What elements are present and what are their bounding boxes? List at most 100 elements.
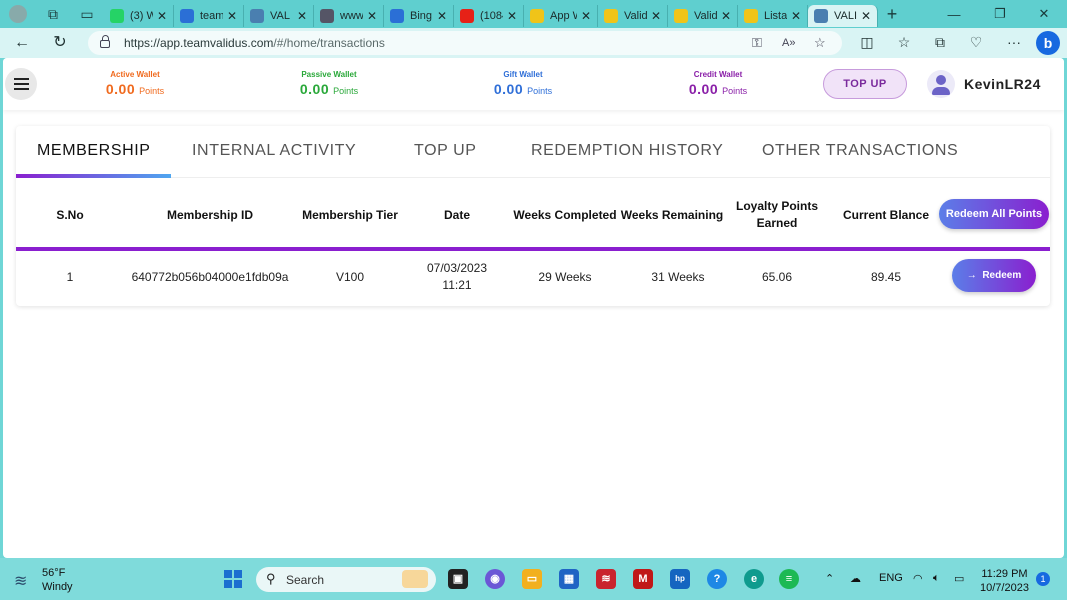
onedrive-icon[interactable]: ☁ <box>850 572 861 585</box>
table-row: 1 640772b056b04000e1fdb09a V100 07/03/20… <box>16 251 1050 306</box>
col-membership-tier: Membership Tier <box>302 208 398 222</box>
validus-icon <box>674 9 688 23</box>
browser-tab[interactable]: Validus - ✕ <box>598 5 668 27</box>
windows-start-icon[interactable] <box>224 570 242 588</box>
battery-icon[interactable]: ▭ <box>954 572 964 585</box>
restore-button[interactable]: ❐ <box>977 0 1023 28</box>
browser-tab[interactable]: (1084) ¿C ✕ <box>454 5 524 27</box>
table-header: S.No Membership ID Membership Tier Date … <box>16 184 1050 248</box>
close-tab-icon[interactable]: ✕ <box>297 9 307 23</box>
weather-wind-icon[interactable]: ≋ <box>14 571 27 591</box>
collections-icon[interactable]: ⧉ <box>930 34 950 51</box>
credit-wallet: Credit Wallet 0.00 Points <box>648 70 788 97</box>
browser-tab-title: Validus - <box>624 10 647 22</box>
wallet-value: 0.00 Points <box>493 81 553 97</box>
close-tab-icon[interactable]: ✕ <box>157 9 167 23</box>
close-tab-icon[interactable]: ✕ <box>791 9 801 23</box>
weather-description[interactable]: Windy <box>42 581 73 593</box>
active-tab-indicator <box>16 174 171 178</box>
workspaces-icon[interactable]: ⧉ <box>36 0 70 28</box>
close-tab-icon[interactable]: ✕ <box>437 9 447 23</box>
taskbar-search[interactable]: ⚲ Search <box>256 567 436 592</box>
browser-tab[interactable]: www ✕ <box>314 5 384 27</box>
key-icon[interactable]: ⚿ <box>752 35 762 51</box>
microsoft-store-icon[interactable]: ▦ <box>559 569 579 589</box>
chart-icon <box>250 9 264 23</box>
wallet-value: 0.00 Points <box>688 81 748 97</box>
col-weeks-remaining: Weeks Remaining <box>620 208 724 222</box>
tab-actions-icon[interactable]: ▭ <box>70 0 104 28</box>
close-tab-icon[interactable]: ✕ <box>721 9 731 23</box>
weather-temperature[interactable]: 56°F <box>42 567 65 579</box>
volume-icon[interactable]: 🔈︎ <box>933 572 940 585</box>
redeem-all-points-button[interactable]: Redeem All Points <box>939 199 1049 229</box>
browser-tab-title: (1084) ¿C <box>480 10 503 22</box>
bank-app-icon[interactable]: ≋ <box>596 569 616 589</box>
browser-tab[interactable]: Validus C ✕ <box>668 5 738 27</box>
split-screen-icon[interactable]: ◫ <box>857 34 877 51</box>
address-bar[interactable]: https://app.teamvalidus.com/#/home/trans… <box>88 31 842 55</box>
cell-weeks-completed: 29 Weeks <box>538 270 592 284</box>
read-aloud-icon[interactable]: A» <box>782 37 795 49</box>
browser-tab-title: Validus C <box>694 10 717 22</box>
username[interactable]: KevinLR24 <box>964 76 1041 92</box>
myhp-icon[interactable]: hp <box>670 569 690 589</box>
redeem-button[interactable]: → Redeem <box>952 259 1036 292</box>
spotify-icon[interactable]: ≡ <box>779 569 799 589</box>
bing-copilot-icon[interactable]: b <box>1036 31 1060 55</box>
refresh-icon[interactable]: ↻ <box>48 32 72 54</box>
browser-tab[interactable]: VALI ✕ <box>808 5 878 27</box>
tab-top-up[interactable]: TOP UP <box>414 142 477 160</box>
favorite-star-icon[interactable]: ☆ <box>814 35 826 51</box>
close-tab-icon[interactable]: ✕ <box>651 9 661 23</box>
browser-tab-title: team <box>200 10 223 22</box>
tab-other-transactions[interactable]: OTHER TRANSACTIONS <box>762 142 958 160</box>
browser-tab[interactable]: App Wiki ✕ <box>524 5 598 27</box>
top-up-button[interactable]: TOP UP <box>823 69 907 99</box>
hamburger-menu-icon[interactable] <box>5 68 37 100</box>
browser-tab[interactable]: Bing ✕ <box>384 5 454 27</box>
task-view-icon[interactable]: ▣ <box>448 569 468 589</box>
profile-icon[interactable] <box>0 0 36 28</box>
back-icon[interactable]: ← <box>10 32 34 54</box>
col-membership-id: Membership ID <box>166 208 253 222</box>
browser-tab-title: App Wiki <box>550 10 577 22</box>
chart-icon <box>814 9 828 23</box>
browser-tab[interactable]: (3) W ✕ <box>104 5 174 27</box>
user-avatar-icon[interactable] <box>927 70 955 98</box>
chat-icon[interactable]: ◉ <box>485 569 505 589</box>
favorites-icon[interactable]: ☆ <box>894 34 914 51</box>
notifications-badge[interactable]: 1 <box>1036 572 1050 586</box>
close-tab-icon[interactable]: ✕ <box>861 9 871 23</box>
gift-wallet: Gift Wallet 0.00 Points <box>453 70 593 97</box>
col-loyalty-points: Loyalty Points Earned <box>735 199 818 230</box>
browser-tab[interactable]: Lista de ✕ <box>738 5 808 27</box>
help-icon[interactable]: ? <box>707 569 727 589</box>
close-tab-icon[interactable]: ✕ <box>581 9 591 23</box>
more-options-icon[interactable]: ··· <box>1004 34 1024 50</box>
file-explorer-icon[interactable]: ▭ <box>522 569 542 589</box>
browser-essentials-icon[interactable]: ♡ <box>966 34 986 51</box>
close-tab-icon[interactable]: ✕ <box>507 9 517 23</box>
minimize-button[interactable]: — <box>931 0 977 28</box>
col-sno: S.No <box>56 208 84 222</box>
tab-membership[interactable]: MEMBERSHIP <box>37 142 151 160</box>
language-indicator[interactable]: ENG <box>879 572 903 584</box>
close-tab-icon[interactable]: ✕ <box>227 9 237 23</box>
transaction-tabs: MEMBERSHIP INTERNAL ACTIVITY TOP UP REDE… <box>16 126 1050 178</box>
tab-internal-activity[interactable]: INTERNAL ACTIVITY <box>192 142 356 160</box>
tab-redemption-history[interactable]: REDEMPTION HISTORY <box>531 142 723 160</box>
browser-tab[interactable]: VAL ✕ <box>244 5 314 27</box>
wifi-icon[interactable]: ◠ <box>913 572 923 585</box>
url-text[interactable]: https://app.teamvalidus.com/#/home/trans… <box>124 36 385 50</box>
edge-browser-icon[interactable]: e <box>744 569 764 589</box>
new-tab-button[interactable]: + <box>878 4 906 25</box>
mcafee-icon[interactable]: M <box>633 569 653 589</box>
lock-icon[interactable] <box>100 35 110 48</box>
show-hidden-icons-icon[interactable]: ⌃ <box>825 572 834 585</box>
close-tab-icon[interactable]: ✕ <box>367 9 377 23</box>
browser-tab-title: VAL <box>270 10 290 22</box>
browser-tab[interactable]: team ✕ <box>174 5 244 27</box>
system-clock[interactable]: 11:29 PM 10/7/2023 <box>980 567 1029 595</box>
close-window-button[interactable]: ✕ <box>1021 0 1067 28</box>
